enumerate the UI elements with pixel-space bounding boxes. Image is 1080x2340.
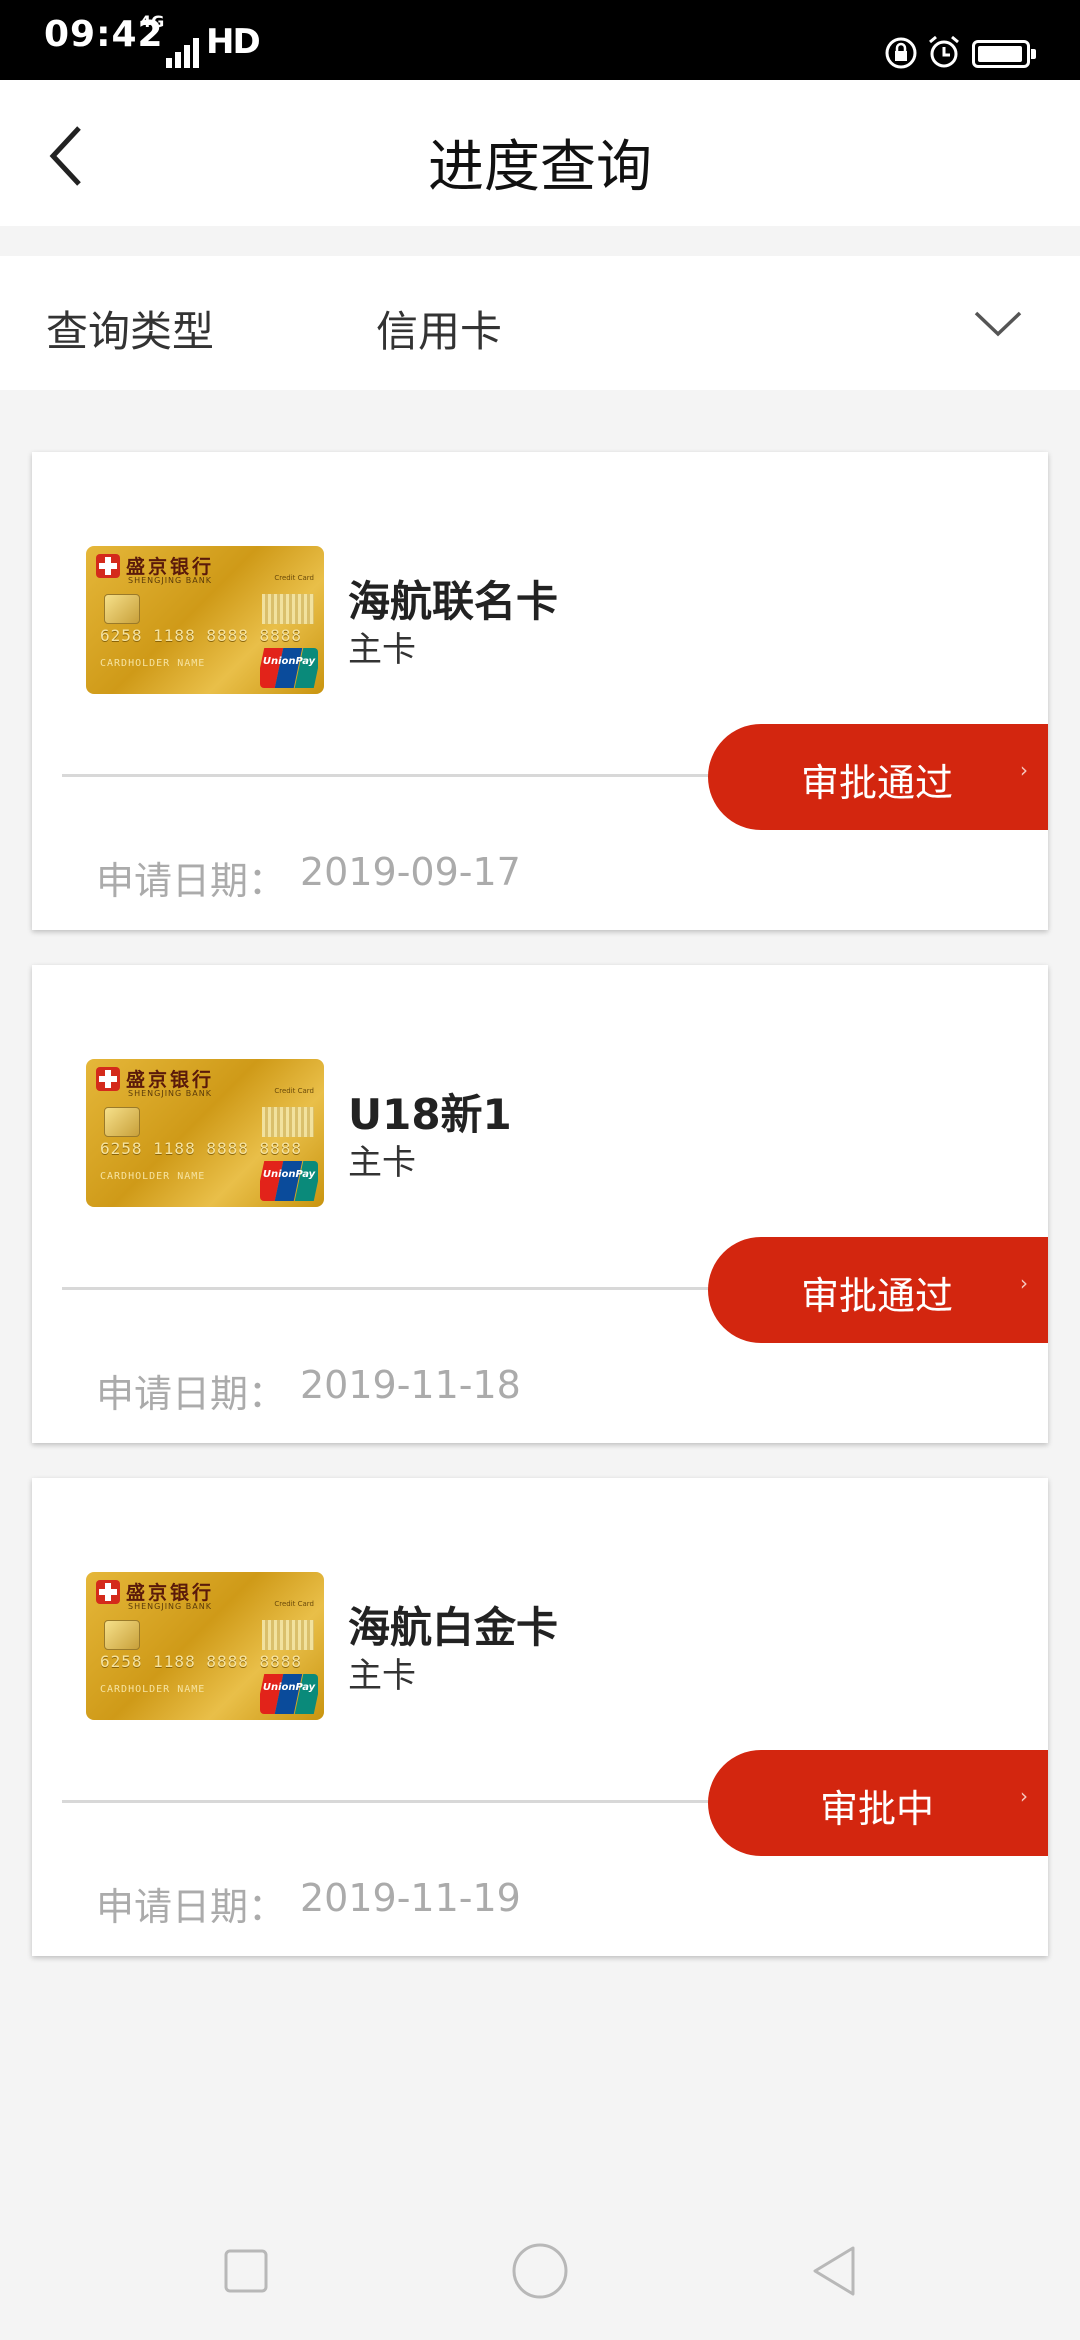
application-card[interactable]: 盛京银行 SHENGJING BANK Credit Card 6258 118…	[32, 965, 1048, 1443]
chevron-right-icon: ›	[1020, 1271, 1028, 1295]
card-product-name: U18新1	[348, 1090, 512, 1139]
application-card[interactable]: 盛京银行 SHENGJING BANK Credit Card 6258 118…	[32, 452, 1048, 930]
unionpay-logo-icon: UnionPay	[260, 648, 318, 688]
cardholder-name: CARDHOLDER NAME	[100, 658, 206, 669]
header: 进度查询	[0, 80, 1080, 226]
divider	[62, 774, 710, 777]
apply-date: 2019-11-19	[300, 1876, 521, 1920]
signal-icon	[166, 38, 199, 68]
page-title: 进度查询	[428, 135, 652, 200]
bank-logo-icon	[96, 1580, 120, 1604]
chevron-down-icon	[974, 311, 1022, 337]
query-type-value: 信用卡	[376, 307, 503, 356]
credit-card-label: Credit Card	[274, 574, 314, 582]
card-number: 6258 1188 8888 8888	[100, 1652, 303, 1671]
circle-icon	[512, 2243, 568, 2299]
unionpay-logo-icon: UnionPay	[260, 1161, 318, 1201]
apply-date-label: 申请日期：	[96, 859, 287, 903]
bank-logo-icon	[96, 1067, 120, 1091]
hologram-icon	[262, 594, 314, 624]
apply-date: 2019-09-17	[300, 850, 521, 894]
network-type: 4G	[140, 12, 165, 31]
divider	[62, 1800, 710, 1803]
chevron-right-icon: ›	[1020, 1784, 1028, 1808]
status-text: 审批中	[819, 1787, 934, 1831]
dropdown-toggle[interactable]	[966, 296, 1030, 352]
card-product-name: 海航联名卡	[348, 577, 559, 626]
chip-icon	[104, 594, 140, 624]
status-button[interactable]: 审批通过 ›	[708, 724, 1048, 830]
status-button[interactable]: 审批通过 ›	[708, 1237, 1048, 1343]
card-product-name: 海航白金卡	[348, 1603, 559, 1652]
card-number: 6258 1188 8888 8888	[100, 1139, 303, 1158]
status-bar: 09:42 4G HD	[0, 0, 1080, 80]
rotation-lock-icon	[885, 37, 917, 69]
credit-card-image: 盛京银行 SHENGJING BANK Credit Card 6258 118…	[86, 1059, 324, 1207]
application-card[interactable]: 盛京银行 SHENGJING BANK Credit Card 6258 118…	[32, 1478, 1048, 1956]
cardholder-name: CARDHOLDER NAME	[100, 1171, 206, 1182]
hd-icon: HD	[206, 22, 261, 62]
credit-card-image: 盛京银行 SHENGJING BANK Credit Card 6258 118…	[86, 546, 324, 694]
status-text: 审批通过	[800, 1274, 953, 1318]
bank-name-en: SHENGJING BANK	[128, 1089, 212, 1098]
bank-name-en: SHENGJING BANK	[128, 1602, 212, 1611]
credit-card-label: Credit Card	[274, 1600, 314, 1608]
bank-logo-icon	[96, 554, 120, 578]
system-nav-bar	[0, 2200, 1080, 2340]
status-text: 审批通过	[800, 761, 953, 805]
card-number: 6258 1188 8888 8888	[100, 626, 303, 645]
cardholder-name: CARDHOLDER NAME	[100, 1684, 206, 1695]
divider	[62, 1287, 710, 1290]
card-type: 主卡	[348, 1143, 416, 1183]
chevron-right-icon: ›	[1020, 758, 1028, 782]
recents-button[interactable]	[211, 2236, 281, 2306]
triangle-back-icon	[813, 2246, 855, 2296]
bank-name-en: SHENGJING BANK	[128, 576, 212, 585]
home-button[interactable]	[505, 2236, 575, 2306]
query-type-selector[interactable]: 查询类型 信用卡	[0, 256, 1080, 390]
chip-icon	[104, 1107, 140, 1137]
battery-icon	[972, 40, 1036, 68]
bank-name: 盛京银行	[126, 556, 215, 578]
chip-icon	[104, 1620, 140, 1650]
status-button[interactable]: 审批中 ›	[708, 1750, 1048, 1856]
card-type: 主卡	[348, 1656, 416, 1696]
back-nav-button[interactable]	[799, 2236, 869, 2306]
bank-name: 盛京银行	[126, 1069, 215, 1091]
apply-date-label: 申请日期：	[96, 1885, 287, 1929]
alarm-icon	[929, 35, 959, 68]
hologram-icon	[262, 1620, 314, 1650]
card-type: 主卡	[348, 630, 416, 670]
apply-date-label: 申请日期：	[96, 1372, 287, 1416]
query-type-label: 查询类型	[46, 307, 215, 356]
hologram-icon	[262, 1107, 314, 1137]
square-icon	[224, 2249, 268, 2293]
credit-card-label: Credit Card	[274, 1087, 314, 1095]
unionpay-logo-icon: UnionPay	[260, 1674, 318, 1714]
credit-card-image: 盛京银行 SHENGJING BANK Credit Card 6258 118…	[86, 1572, 324, 1720]
apply-date: 2019-11-18	[300, 1363, 521, 1407]
bank-name: 盛京银行	[126, 1582, 215, 1604]
